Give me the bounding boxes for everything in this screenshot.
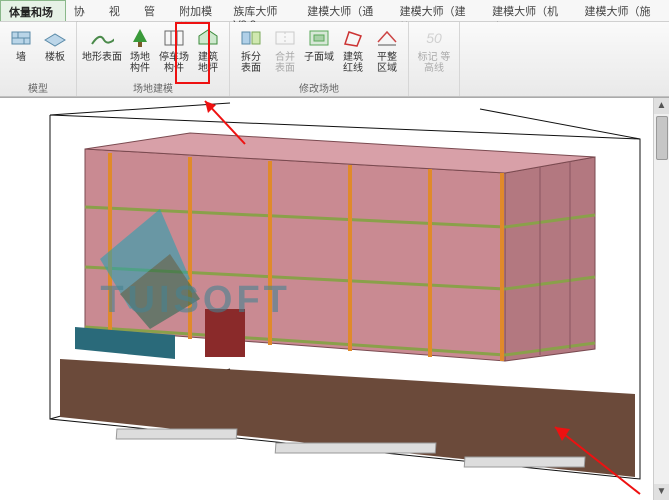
wall-icon bbox=[9, 26, 33, 50]
merge-label: 合并 表面 bbox=[269, 52, 301, 74]
tab-addins[interactable]: 附加模块 bbox=[171, 0, 225, 21]
split-surface-button[interactable]: 拆分 表面 bbox=[235, 24, 267, 80]
flat-icon bbox=[375, 26, 399, 50]
graded-region-label: 平整 区域 bbox=[371, 52, 403, 74]
tree-icon bbox=[128, 26, 152, 50]
group-modify-site: 拆分 表面 合并 表面 子面域 建筑 红线 平整 区域 bbox=[230, 22, 409, 96]
split-icon bbox=[239, 26, 263, 50]
group-modify-site-label: 修改场地 bbox=[299, 80, 339, 94]
merge-surface-button: 合并 表面 bbox=[269, 24, 301, 80]
property-line-label: 建筑 红线 bbox=[337, 52, 369, 74]
group-site-model-label: 场地建模 bbox=[133, 80, 173, 94]
terrain-icon bbox=[90, 26, 114, 50]
tab-master-arch[interactable]: 建模大师（建筑） bbox=[392, 0, 484, 21]
building-pad-button[interactable]: 建筑 地坪 bbox=[192, 24, 224, 80]
parking-label: 停车场 构件 bbox=[158, 52, 190, 74]
group-site-model: 地形表面 场地 构件 停车场 构件 建筑 地坪 场地建模 bbox=[77, 22, 230, 96]
tab-family-lib[interactable]: 族库大师V3.2 bbox=[225, 0, 299, 21]
contour-label: 标记 等高线 bbox=[414, 52, 454, 74]
subregion-label: 子面域 bbox=[304, 52, 334, 63]
building-pad-label: 建筑 地坪 bbox=[192, 52, 224, 74]
site-component-label: 场地 构件 bbox=[124, 52, 156, 74]
subregion-icon bbox=[307, 26, 331, 50]
group-label-contour: 50 标记 等高线 bbox=[409, 22, 460, 96]
vertical-scrollbar[interactable]: ▲ ▼ bbox=[653, 98, 669, 500]
graded-region-button[interactable]: 平整 区域 bbox=[371, 24, 403, 80]
viewport-3d[interactable]: TUISOFT ▲ ▼ bbox=[0, 97, 669, 500]
tab-manage[interactable]: 管理 bbox=[136, 0, 171, 21]
floor-icon bbox=[43, 26, 67, 50]
contour-icon: 50 bbox=[422, 26, 446, 50]
tab-master-constr[interactable]: 建模大师（施工） bbox=[577, 0, 669, 21]
tab-collab[interactable]: 协作 bbox=[66, 0, 101, 21]
floor-button[interactable]: 楼板 bbox=[39, 24, 71, 80]
ribbon-tabbar: 体量和场地 协作 视图 管理 附加模块 族库大师V3.2 建模大师（通用） 建模… bbox=[0, 0, 669, 22]
tab-view[interactable]: 视图 bbox=[101, 0, 136, 21]
subregion-button[interactable]: 子面域 bbox=[303, 24, 335, 80]
parking-icon bbox=[162, 26, 186, 50]
group-model: 墙 楼板 模型 bbox=[0, 22, 77, 96]
group-model-label: 模型 bbox=[28, 80, 48, 94]
merge-icon bbox=[273, 26, 297, 50]
tab-master-general[interactable]: 建模大师（通用） bbox=[299, 0, 391, 21]
model-canvas bbox=[0, 98, 669, 500]
pad-icon bbox=[196, 26, 220, 50]
contour-label-button: 50 标记 等高线 bbox=[414, 24, 454, 80]
wall-label: 墙 bbox=[16, 52, 26, 63]
property-line-button[interactable]: 建筑 红线 bbox=[337, 24, 369, 80]
ribbon: 墙 楼板 模型 地形表面 场地 构件 bbox=[0, 22, 669, 97]
tab-mass-site[interactable]: 体量和场地 bbox=[0, 0, 66, 21]
scrollbar-thumb[interactable] bbox=[656, 116, 668, 160]
scrollbar-down-icon[interactable]: ▼ bbox=[654, 484, 669, 500]
parking-button[interactable]: 停车场 构件 bbox=[158, 24, 190, 80]
scrollbar-up-icon[interactable]: ▲ bbox=[654, 98, 669, 114]
terrain-button[interactable]: 地形表面 bbox=[82, 24, 122, 80]
floor-label: 楼板 bbox=[45, 52, 65, 63]
split-label: 拆分 表面 bbox=[235, 52, 267, 74]
redline-icon bbox=[341, 26, 365, 50]
site-component-button[interactable]: 场地 构件 bbox=[124, 24, 156, 80]
terrain-label: 地形表面 bbox=[82, 52, 122, 63]
tab-master-mep[interactable]: 建模大师（机电） bbox=[484, 0, 576, 21]
wall-button[interactable]: 墙 bbox=[5, 24, 37, 80]
